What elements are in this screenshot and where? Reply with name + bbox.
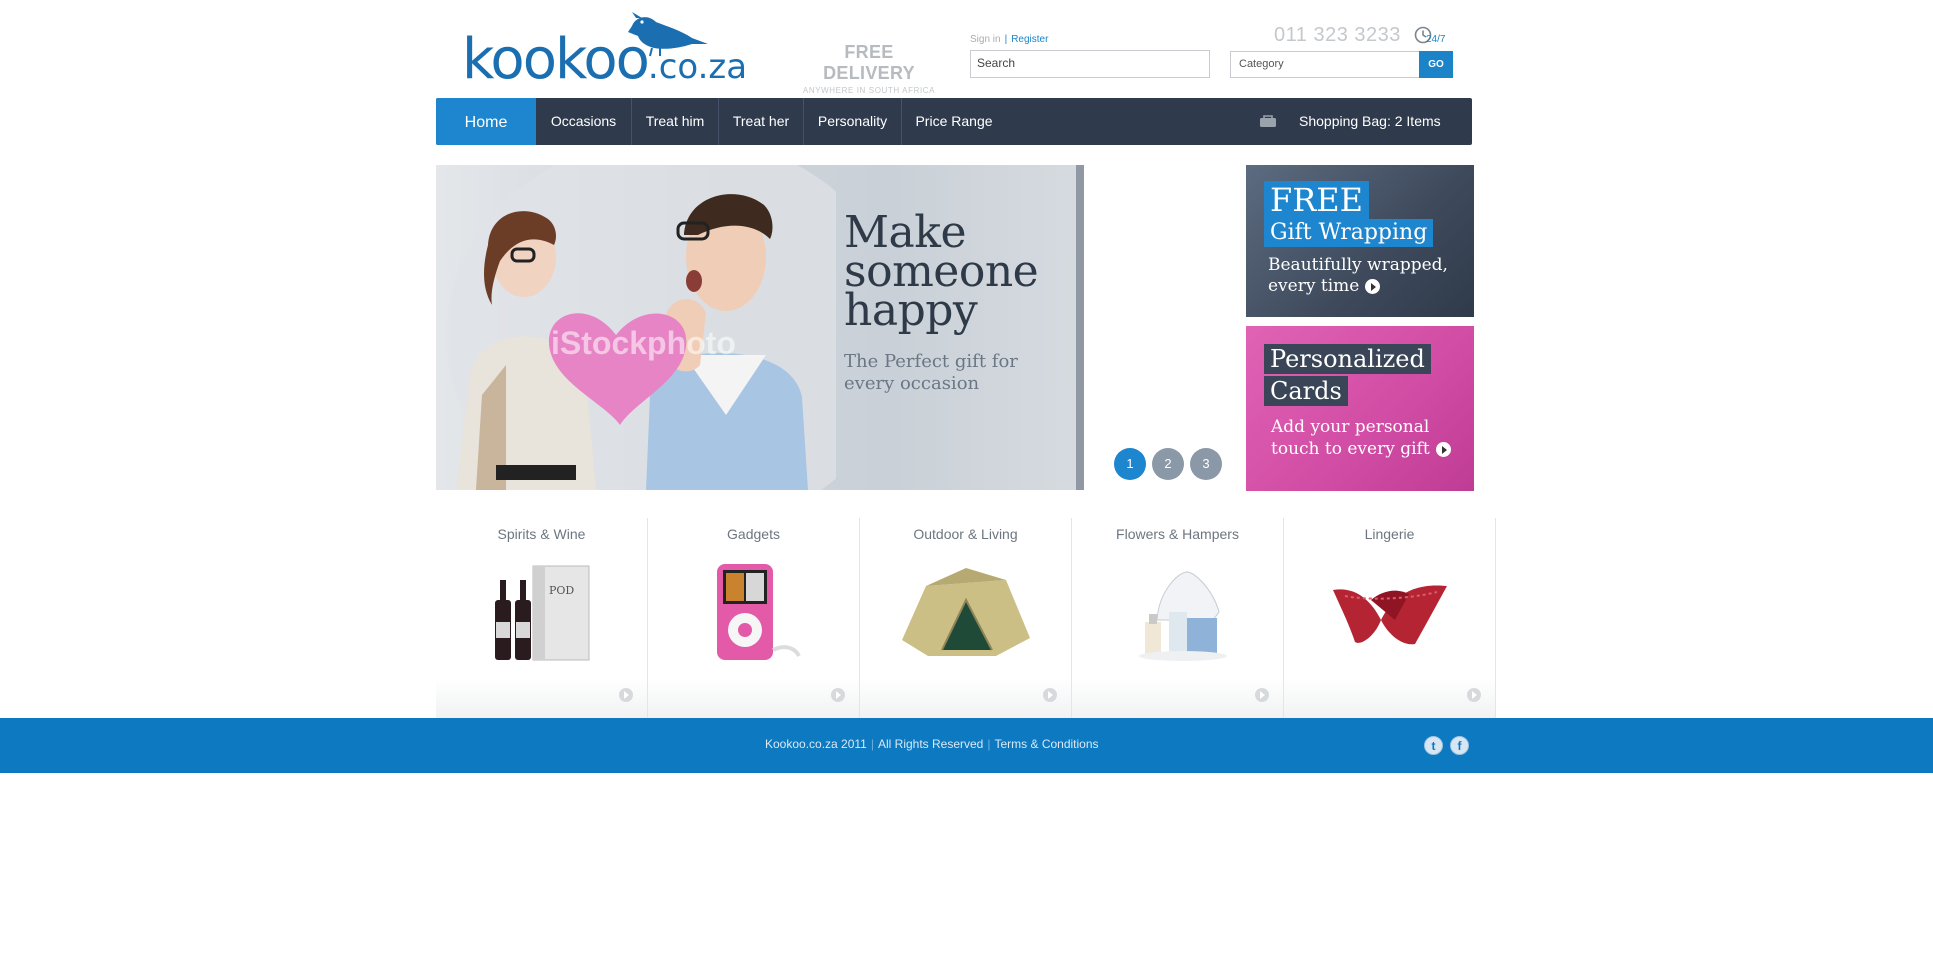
- account-links: Sign in | Register: [970, 34, 1048, 45]
- divider: |: [1004, 34, 1008, 45]
- nav-treat-her[interactable]: Treat her: [719, 98, 804, 145]
- promo-cards-text: Add your personal touch to every gift: [1271, 416, 1451, 460]
- nav-treat-him[interactable]: Treat him: [632, 98, 719, 145]
- gift-wrapping-promo[interactable]: FREE Gift Wrapping Beautifully wrapped, …: [1246, 165, 1474, 317]
- category-lingerie[interactable]: Lingerie: [1284, 518, 1496, 718]
- hero-subline: The Perfect gift for every occasion: [844, 351, 1018, 394]
- svg-text:POD: POD: [549, 584, 574, 597]
- site-footer: Kookoo.co.za 2011 | All Rights Reserved | Te…: [0, 718, 1933, 773]
- footer-links: Kookoo.co.za 2011 | All Rights Reserved | Te…: [765, 737, 1099, 751]
- divider: |: [987, 737, 991, 751]
- hamper-image: [1138, 571, 1227, 661]
- nav-personality[interactable]: Personality: [804, 98, 902, 145]
- category-title: Flowers & Hampers: [1116, 526, 1239, 542]
- divider: |: [870, 737, 874, 751]
- category-select[interactable]: Category: [1230, 51, 1420, 78]
- promo-cards-tag1: Personalized: [1264, 344, 1431, 374]
- category-title: Outdoor & Living: [913, 526, 1018, 542]
- category-title: Spirits & Wine: [497, 526, 586, 542]
- register-link[interactable]: Register: [1011, 34, 1048, 45]
- facebook-icon[interactable]: f: [1450, 736, 1469, 755]
- arrow-right-icon[interactable]: [1255, 688, 1269, 702]
- main-nav: Home Occasions Treat him Treat her Perso…: [436, 98, 1472, 145]
- tent-image: [901, 568, 1030, 656]
- site-logo[interactable]: kookoo.co.za: [462, 8, 752, 90]
- logo-text: kookoo.co.za: [462, 30, 747, 97]
- promo-gift-tag1: FREE: [1264, 181, 1370, 219]
- delivery-title: FREE DELIVERY: [823, 42, 915, 83]
- slide-dot-1[interactable]: 1: [1114, 448, 1146, 480]
- arrow-right-icon[interactable]: [1043, 688, 1057, 702]
- arrow-right-icon[interactable]: [1467, 688, 1481, 702]
- footer-terms-link[interactable]: Terms & Conditions: [994, 737, 1098, 751]
- category-gadgets[interactable]: Gadgets: [648, 518, 860, 718]
- footer-rights: All Rights Reserved: [877, 737, 984, 751]
- category-spirits-wine[interactable]: Spirits & Wine POD: [436, 518, 648, 718]
- ipod-image: [716, 564, 801, 660]
- nav-occasions[interactable]: Occasions: [536, 98, 632, 145]
- arrow-right-icon[interactable]: [831, 688, 845, 702]
- promo-gift-copy: Beautifully wrapped, every time: [1268, 255, 1448, 296]
- promo-cards-copy: Add your personal touch to every gift: [1271, 417, 1430, 459]
- slide-dot-2[interactable]: 2: [1152, 448, 1184, 480]
- slide-dot-3[interactable]: 3: [1190, 448, 1222, 480]
- support-hours-label: 24/7: [1426, 34, 1446, 45]
- hero-headline: Make someone happy: [844, 207, 1039, 336]
- shopping-bag-icon[interactable]: [1259, 114, 1277, 128]
- logo-main: kookoo: [462, 27, 650, 92]
- promo-gift-text: Beautifully wrapped, every time: [1268, 255, 1448, 297]
- nav-price-range[interactable]: Price Range: [902, 98, 1006, 145]
- nav-home[interactable]: Home: [436, 98, 536, 145]
- category-title: Lingerie: [1364, 526, 1415, 542]
- personalized-cards-promo[interactable]: Personalized Cards Add your personal tou…: [1246, 326, 1474, 491]
- page: kookoo.co.za FREE DELIVERY ANYWHERE IN S…: [0, 0, 1933, 961]
- category-flowers-hampers[interactable]: Flowers & Hampers: [1072, 518, 1284, 718]
- logo-tld: .co.za: [647, 47, 748, 87]
- arrow-right-icon[interactable]: [619, 688, 633, 702]
- promo-cards-tag2: Cards: [1264, 376, 1348, 406]
- free-delivery-banner: FREE DELIVERY ANYWHERE IN SOUTH AFRICA: [798, 42, 940, 95]
- category-strip: Spirits & Wine POD Gadgets Outdoor & Liv…: [436, 518, 1496, 718]
- wine-box-image: POD: [494, 565, 589, 661]
- phone-number: 011 323 3233: [1274, 24, 1401, 46]
- arrow-right-icon: [1435, 442, 1451, 457]
- hero-frame: [1076, 165, 1084, 490]
- twitter-icon[interactable]: t: [1424, 736, 1443, 755]
- category-outdoor-living[interactable]: Outdoor & Living: [860, 518, 1072, 718]
- hero-slider[interactable]: iStockphoto Make someone happy The Perfe…: [436, 165, 1084, 490]
- category-title: Gadgets: [727, 526, 780, 542]
- promo-gift-tag2: Gift Wrapping: [1264, 219, 1434, 247]
- support-hours: 24/7: [1414, 26, 1452, 48]
- arrow-right-icon: [1365, 279, 1381, 294]
- go-button[interactable]: GO: [1419, 51, 1453, 78]
- search-input[interactable]: Search: [970, 50, 1210, 78]
- signin-link[interactable]: Sign in: [970, 34, 1001, 45]
- footer-copyright: Kookoo.co.za 2011: [765, 737, 867, 751]
- lingerie-image: [1332, 585, 1447, 645]
- delivery-subtitle: ANYWHERE IN SOUTH AFRICA: [802, 86, 936, 95]
- hero-watermark: iStockphoto: [551, 325, 736, 361]
- shopping-bag-link[interactable]: Shopping Bag: 2 Items: [1299, 98, 1441, 145]
